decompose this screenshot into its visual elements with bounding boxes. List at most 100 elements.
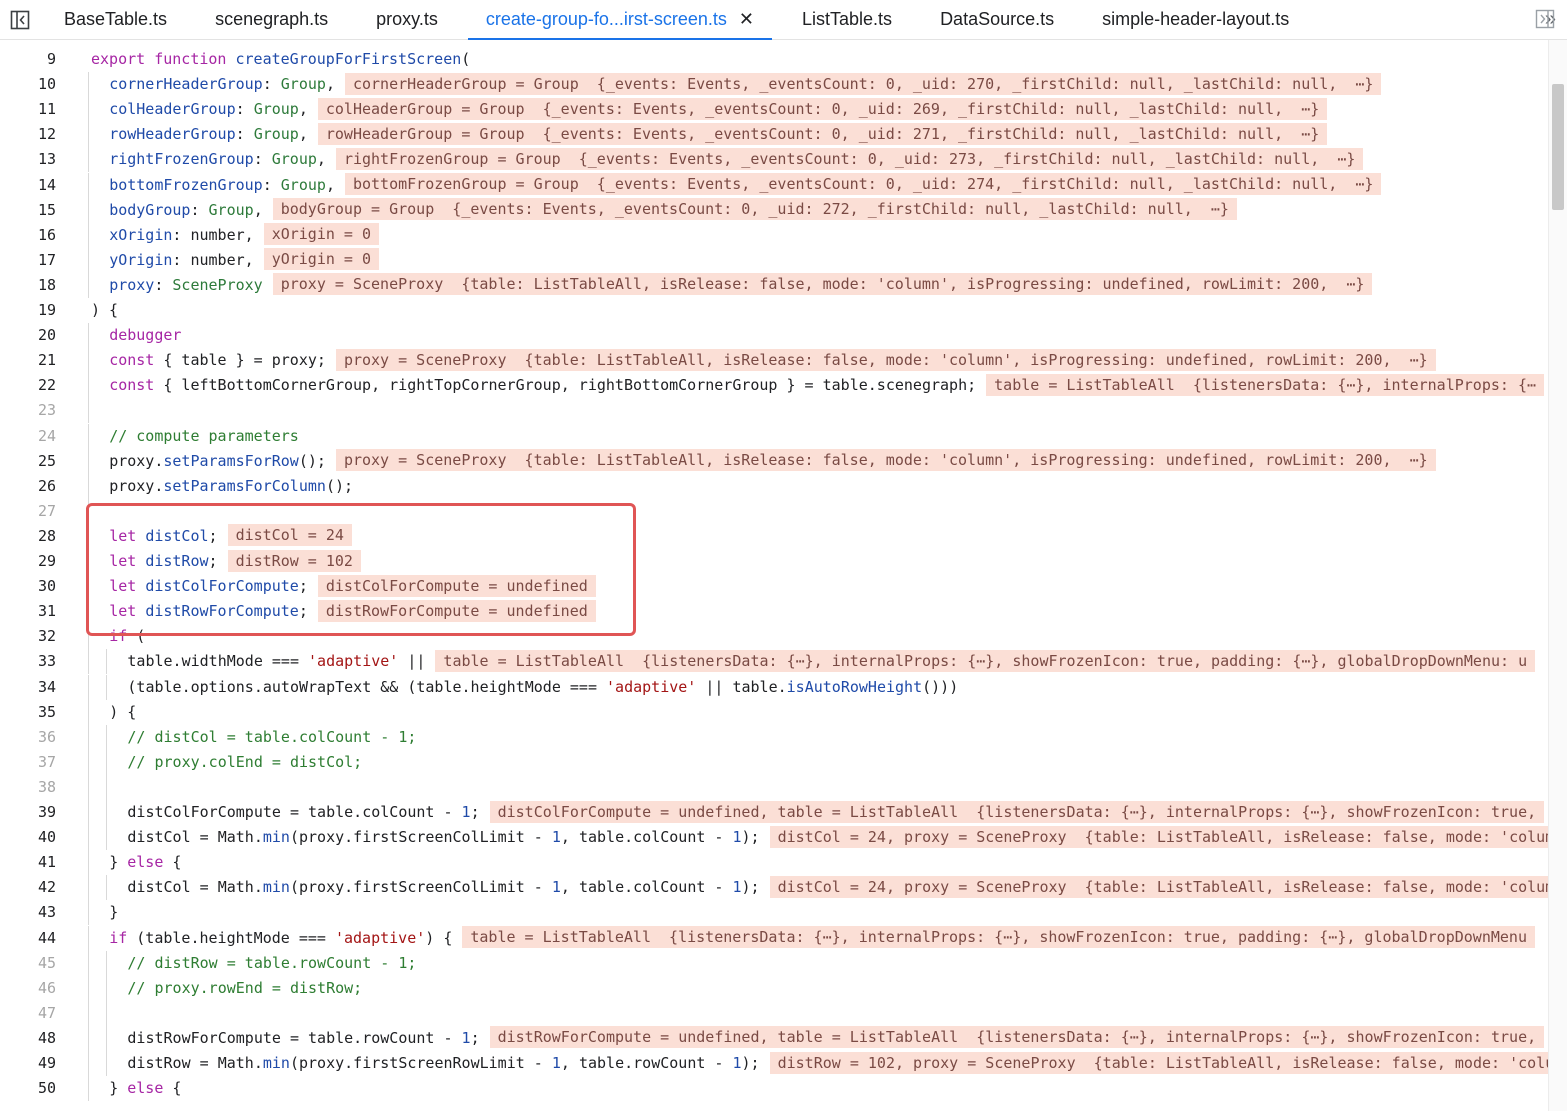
code-line[interactable]: 25 proxy.setParamsForRow(); proxy = SceneP… [0,448,1549,474]
inline-variable-value[interactable]: rightFrozenGroup = Group {_events: Event… [335,147,1364,170]
code-line[interactable]: 36 // distCol = table.colCount - 1; [0,724,1549,750]
code-line[interactable]: 17 yOrigin: number, yOrigin = 0 [0,247,1549,273]
code-line[interactable]: 10 cornerHeaderGroup: Group, cornerHeaderG… [0,72,1549,98]
line-number[interactable]: 11 [0,97,56,122]
line-number[interactable]: 28 [0,524,56,549]
inline-variable-value[interactable]: bodyGroup = Group {_events: Events, _eve… [272,198,1237,221]
line-number[interactable]: 40 [0,825,56,850]
line-number[interactable]: 12 [0,122,56,147]
inline-variable-value[interactable]: xOrigin = 0 [263,223,380,246]
file-tab[interactable]: proxy.ts [352,0,462,39]
code-line[interactable]: 28 let distCol; distCol = 24 [0,523,1549,549]
file-tab[interactable]: simple-header-layout.ts [1078,0,1313,39]
code-line[interactable]: 47 [0,1000,1549,1026]
code-line[interactable]: 45 // distRow = table.rowCount - 1; [0,950,1549,976]
line-number[interactable]: 31 [0,599,56,624]
code-line[interactable]: 30 let distColForCompute; distColForComput… [0,574,1549,600]
line-number[interactable]: 27 [0,499,56,524]
line-number[interactable]: 18 [0,273,56,298]
code-line[interactable]: 32 if ( [0,624,1549,650]
code-line[interactable]: 9 export function createGroupForFirstScre… [0,47,1549,72]
line-number[interactable]: 21 [0,348,56,373]
code-line[interactable]: 16 xOrigin: number, xOrigin = 0 [0,222,1549,248]
line-number[interactable]: 24 [0,424,56,449]
inline-variable-value[interactable]: distRowForCompute = undefined, table = L… [489,1026,1545,1049]
line-number[interactable]: 17 [0,248,56,273]
line-number[interactable]: 47 [0,1001,56,1026]
code-editor[interactable]: 9 export function createGroupForFirstScre… [0,40,1549,1111]
line-number[interactable]: 36 [0,725,56,750]
line-number[interactable]: 49 [0,1051,56,1076]
toggle-navigator-button[interactable] [0,0,40,39]
inline-variable-value[interactable]: distCol = 24 [227,524,352,547]
inline-variable-value[interactable]: table = ListTableAll {listenersData: {⋯}… [435,649,1536,672]
code-line[interactable]: 46 // proxy.rowEnd = distRow; [0,975,1549,1001]
inline-variable-value[interactable]: distColForCompute = undefined [317,574,596,597]
code-line[interactable]: 35) { [0,699,1549,725]
line-number[interactable]: 13 [0,147,56,172]
code-line[interactable]: 40 distCol = Math.min(proxy.firstScreenCo… [0,825,1549,851]
code-line[interactable]: 41} else { [0,850,1549,876]
toggle-debugger-button[interactable] [1535,9,1555,34]
code-line[interactable]: 23 [0,398,1549,424]
line-number[interactable]: 39 [0,800,56,825]
line-number[interactable]: 30 [0,574,56,599]
code-line[interactable]: 49 distRow = Math.min(proxy.firstScreenRo… [0,1051,1549,1076]
code-line[interactable]: 39 distColForCompute = table.colCount - 1… [0,800,1549,825]
file-tab[interactable]: ListTable.ts [778,0,916,39]
inline-variable-value[interactable]: distRow = 102 [227,549,361,572]
close-icon[interactable]: ✕ [739,9,754,30]
inline-variable-value[interactable]: proxy = SceneProxy {table: ListTableAll,… [335,348,1436,371]
line-number[interactable]: 46 [0,976,56,1001]
code-line[interactable]: 18 proxy: SceneProxy proxy = SceneProxy {t… [0,272,1549,298]
line-number[interactable]: 43 [0,900,56,925]
code-line[interactable]: 22 const { leftBottomCornerGroup, rightTo… [0,373,1549,399]
line-number[interactable]: 33 [0,649,56,674]
line-number[interactable]: 10 [0,72,56,97]
code-line[interactable]: 38 [0,774,1549,800]
inline-variable-value[interactable]: table = ListTableAll {listenersData: {⋯}… [462,926,1535,948]
code-line[interactable]: 43} [0,900,1549,926]
code-line[interactable]: 15 bodyGroup: Group, bodyGroup = Group {_e… [0,197,1549,223]
code-line[interactable]: 12 rowHeaderGroup: Group, rowHeaderGroup =… [0,122,1549,148]
code-line[interactable]: 24 // compute parameters [0,423,1549,449]
line-number[interactable]: 9 [0,47,56,72]
code-line[interactable]: 48 distRowForCompute = table.rowCount - 1… [0,1025,1549,1051]
line-number[interactable]: 45 [0,951,56,976]
inline-variable-value[interactable]: colHeaderGroup = Group {_events: Events,… [317,97,1328,120]
code-line[interactable]: 42 distCol = Math.min(proxy.firstScreenCo… [0,875,1549,901]
inline-variable-value[interactable]: bottomFrozenGroup = Group {_events: Even… [344,173,1382,195]
file-tab[interactable]: scenegraph.ts [191,0,352,39]
line-number[interactable]: 50 [0,1076,56,1101]
code-line[interactable]: 19) { [0,298,1549,323]
vertical-scrollbar[interactable] [1548,40,1567,1111]
line-number[interactable]: 14 [0,173,56,198]
code-line[interactable]: 26 proxy.setParamsForColumn(); [0,473,1549,499]
line-number[interactable]: 34 [0,675,56,700]
line-number[interactable]: 29 [0,549,56,574]
line-number[interactable]: 42 [0,875,56,900]
code-line[interactable]: 34 (table.options.autoWrapText && (table.… [0,674,1549,700]
code-line[interactable]: 44 if (table.heightMode === 'adaptive') {… [0,925,1549,951]
line-number[interactable]: 23 [0,398,56,423]
code-line[interactable]: 29 let distRow; distRow = 102 [0,549,1549,574]
code-line[interactable]: 27 [0,498,1549,524]
line-number[interactable]: 37 [0,750,56,775]
line-number[interactable]: 48 [0,1026,56,1051]
line-number[interactable]: 19 [0,298,56,323]
code-line[interactable]: 33 table.widthMode === 'adaptive' || table… [0,649,1549,675]
line-number[interactable]: 15 [0,198,56,223]
line-number[interactable]: 35 [0,700,56,725]
inline-variable-value[interactable]: distRowForCompute = undefined [317,599,596,622]
line-number[interactable]: 32 [0,624,56,649]
line-number[interactable]: 38 [0,775,56,800]
inline-variable-value[interactable]: proxy = SceneProxy {table: ListTableAll,… [272,273,1373,296]
code-line[interactable]: 20 debugger [0,323,1549,349]
inline-variable-value[interactable]: proxy = SceneProxy {table: ListTableAll,… [335,449,1436,472]
code-line[interactable]: 13 rightFrozenGroup: Group, rightFrozenGro… [0,147,1549,173]
inline-variable-value[interactable]: distColForCompute = undefined, table = L… [489,800,1545,823]
line-number[interactable]: 26 [0,474,56,499]
code-line[interactable]: 21 const { table } = proxy; proxy = SceneP… [0,348,1549,374]
file-tab[interactable]: BaseTable.ts [40,0,191,39]
line-number[interactable]: 16 [0,223,56,248]
